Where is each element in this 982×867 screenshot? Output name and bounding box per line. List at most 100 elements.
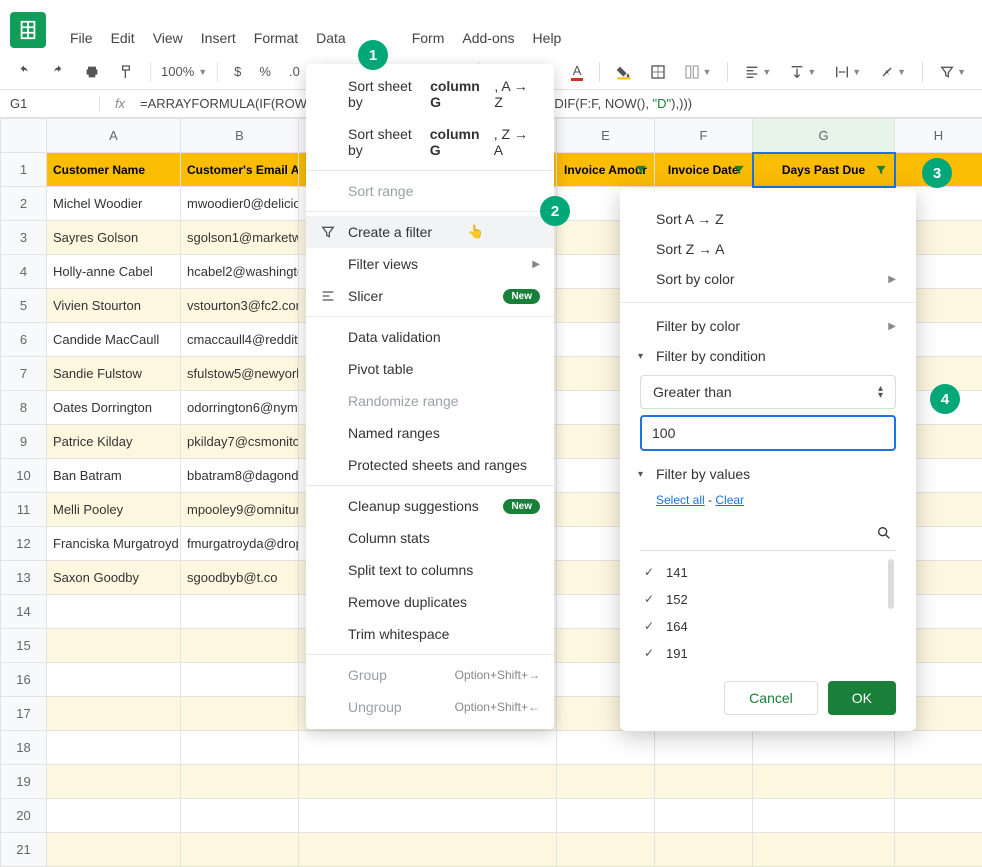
menu-insert[interactable]: Insert [201, 30, 236, 46]
cell[interactable] [181, 697, 299, 731]
row-header[interactable]: 21 [1, 833, 47, 867]
rotate-button[interactable]: A▼ [873, 60, 912, 84]
col-header-g[interactable]: G [753, 119, 895, 153]
cell[interactable] [47, 833, 181, 867]
currency-button[interactable]: $ [228, 60, 247, 83]
col-header-e[interactable]: E [557, 119, 655, 153]
cell[interactable]: Sayres Golson [47, 221, 181, 255]
header-cell-selected[interactable]: Days Past Due [753, 153, 895, 187]
cell[interactable]: sfulstow5@newyorke [181, 357, 299, 391]
cell[interactable] [181, 765, 299, 799]
cell[interactable]: Michel Woodier [47, 187, 181, 221]
cell[interactable] [181, 629, 299, 663]
split-text-item[interactable]: Split text to columns [306, 554, 554, 586]
ok-button[interactable]: OK [828, 681, 896, 715]
cell[interactable] [181, 595, 299, 629]
cell[interactable] [47, 799, 181, 833]
cell[interactable]: Candide MacCaull [47, 323, 181, 357]
cell[interactable]: Sandie Fulstow [47, 357, 181, 391]
cell[interactable]: bbatram8@dagondes [181, 459, 299, 493]
column-stats-item[interactable]: Column stats [306, 522, 554, 554]
filter-button[interactable]: ▼ [933, 60, 972, 84]
cell[interactable]: odorrington6@nymag [181, 391, 299, 425]
condition-value-input[interactable]: 100 [640, 415, 896, 451]
cell[interactable] [47, 697, 181, 731]
menu-edit[interactable]: Edit [111, 30, 135, 46]
protected-sheets-item[interactable]: Protected sheets and ranges [306, 449, 554, 481]
row-header[interactable]: 2 [1, 187, 47, 221]
row-header[interactable]: 16 [1, 663, 47, 697]
pivot-table-item[interactable]: Pivot table [306, 353, 554, 385]
menu-view[interactable]: View [153, 30, 183, 46]
cell[interactable] [181, 731, 299, 765]
filter-by-condition-item[interactable]: ▾Filter by condition [620, 341, 916, 371]
cell[interactable]: Franciska Murgatroyd [47, 527, 181, 561]
fill-color-button[interactable] [610, 60, 638, 84]
cell[interactable] [181, 799, 299, 833]
header-cell[interactable]: Customer's Email Ad [181, 153, 299, 187]
row-header[interactable]: 12 [1, 527, 47, 561]
redo-button[interactable] [44, 60, 72, 84]
cell[interactable]: hcabel2@washington [181, 255, 299, 289]
menu-file[interactable]: File [70, 30, 93, 46]
cell[interactable]: mpooley9@omniture [181, 493, 299, 527]
menu-format[interactable]: Format [254, 30, 298, 46]
named-ranges-item[interactable]: Named ranges [306, 417, 554, 449]
cell[interactable] [181, 663, 299, 697]
menu-addons[interactable]: Add-ons [462, 30, 514, 46]
borders-button[interactable] [644, 60, 672, 84]
row-header[interactable]: 18 [1, 731, 47, 765]
condition-select[interactable]: Greater than▴▾ [640, 375, 896, 409]
cell[interactable]: mwoodier0@deliciou [181, 187, 299, 221]
row-header[interactable]: 15 [1, 629, 47, 663]
row-header[interactable]: 14 [1, 595, 47, 629]
row-header[interactable]: 10 [1, 459, 47, 493]
scrollbar[interactable] [888, 559, 894, 609]
data-validation-item[interactable]: Data validation [306, 321, 554, 353]
col-header-f[interactable]: F [655, 119, 753, 153]
cell[interactable]: cmaccaull4@reddit.c [181, 323, 299, 357]
row-header[interactable]: 20 [1, 799, 47, 833]
cell[interactable]: Patrice Kilday [47, 425, 181, 459]
text-color-button[interactable]: A [565, 59, 590, 85]
halign-button[interactable]: ▼ [738, 60, 777, 84]
cell[interactable] [47, 765, 181, 799]
cell[interactable]: pkilday7@csmonitor. [181, 425, 299, 459]
cleanup-item[interactable]: Cleanup suggestionsNew [306, 490, 554, 522]
cell[interactable]: Vivien Stourton [47, 289, 181, 323]
row-header[interactable]: 19 [1, 765, 47, 799]
header-cell[interactable]: Invoice Date [655, 153, 753, 187]
cell[interactable]: sgoodbyb@t.co [181, 561, 299, 595]
row-header[interactable]: 4 [1, 255, 47, 289]
header-cell[interactable]: Invoice Amour [557, 153, 655, 187]
filter-values-list[interactable]: 141 152 164 191 [640, 559, 896, 667]
col-header-h[interactable]: H [895, 119, 982, 153]
row-header[interactable]: 3 [1, 221, 47, 255]
clear-link[interactable]: Clear [715, 493, 744, 507]
formula-input[interactable]: =ARRAYFORMULA(IF(ROWLANK(F:F)), DATEDIF(… [140, 96, 982, 112]
col-header-b[interactable]: B [181, 119, 299, 153]
cell[interactable] [47, 663, 181, 697]
wrap-button[interactable]: ▼ [828, 60, 867, 84]
cell-reference[interactable]: G1 [0, 96, 100, 111]
filter-views-item[interactable]: Filter views▶ [306, 248, 554, 280]
filter-search[interactable] [640, 519, 896, 551]
row-header[interactable]: 7 [1, 357, 47, 391]
row-header[interactable]: 5 [1, 289, 47, 323]
zoom-selector[interactable]: 100%▼ [161, 64, 207, 79]
sort-za-item[interactable]: Sort Z → A [620, 234, 916, 264]
sort-az-item[interactable]: Sort A → Z [620, 204, 916, 234]
cell[interactable]: Ban Batram [47, 459, 181, 493]
filter-value[interactable]: 191 [640, 640, 896, 667]
cell[interactable]: fmurgatroyda@dropb [181, 527, 299, 561]
filter-value[interactable]: 141 [640, 559, 896, 586]
row-header[interactable]: 13 [1, 561, 47, 595]
col-header-a[interactable]: A [47, 119, 181, 153]
remove-duplicates-item[interactable]: Remove duplicates [306, 586, 554, 618]
sort-desc-item[interactable]: Sort sheet by column G, Z → A [306, 118, 554, 166]
cell[interactable]: Melli Pooley [47, 493, 181, 527]
sort-by-color-item[interactable]: Sort by color▶ [620, 264, 916, 294]
row-header[interactable]: 17 [1, 697, 47, 731]
paint-format-button[interactable] [112, 60, 140, 84]
valign-button[interactable]: ▼ [783, 60, 822, 84]
